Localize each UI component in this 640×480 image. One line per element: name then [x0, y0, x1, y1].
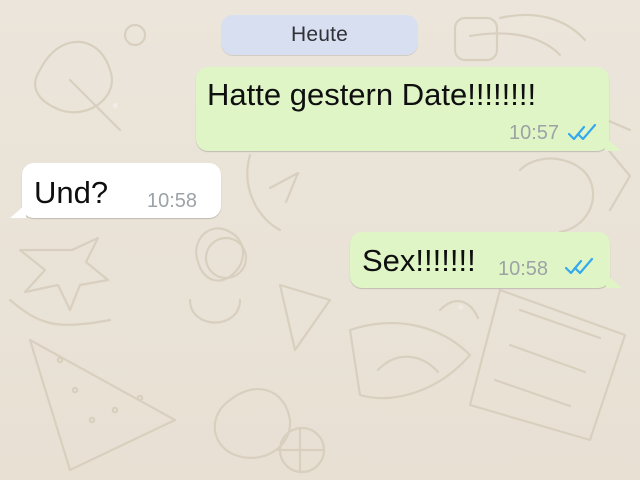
- message-text: Hatte gestern Date!!!!!!!!: [207, 77, 537, 112]
- double-check-read-icon: [564, 257, 594, 275]
- date-separator: Heute: [221, 15, 418, 55]
- message-text: Und?: [34, 175, 109, 210]
- message-timestamp: 10:58: [498, 258, 549, 280]
- bubble-tail: [606, 274, 622, 288]
- bubble-tail: [605, 137, 621, 151]
- date-separator-label: Heute: [290, 23, 349, 46]
- double-check-read-icon: [567, 123, 597, 141]
- message-timestamp: 10:58: [147, 190, 198, 212]
- outgoing-message-bubble[interactable]: Sex!!!!!!! 10:58: [350, 232, 622, 288]
- incoming-message-bubble[interactable]: Und? 10:58: [10, 163, 221, 218]
- message-text: Sex!!!!!!!: [362, 243, 476, 278]
- bubble-tail: [10, 204, 26, 218]
- outgoing-message-bubble[interactable]: Hatte gestern Date!!!!!!!! 10:57: [196, 67, 621, 151]
- chat-background: Heute Hatte gestern Date!!!!!!!! 10:57 U…: [0, 0, 640, 480]
- message-timestamp: 10:57: [509, 122, 560, 144]
